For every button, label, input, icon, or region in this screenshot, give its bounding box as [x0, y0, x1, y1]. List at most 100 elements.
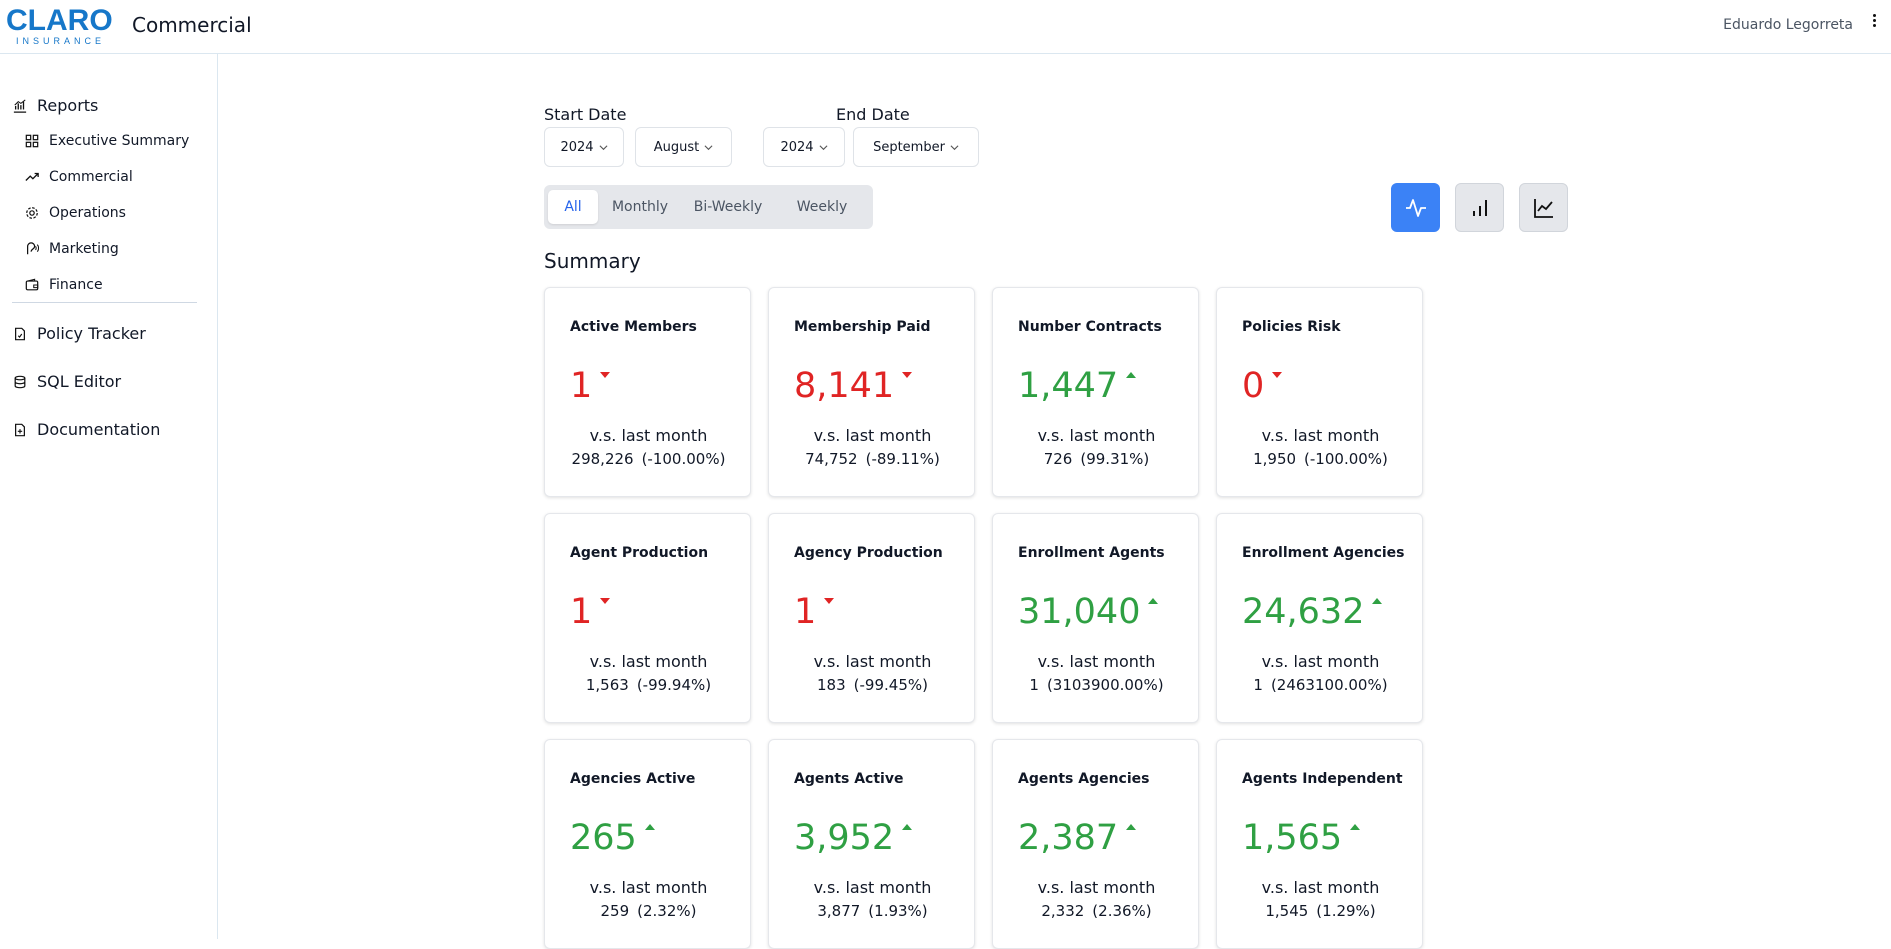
card-comparison-label: v.s. last month	[1037, 878, 1156, 897]
card-value-row: 1,565	[1242, 818, 1361, 858]
card-previous-value: 298,226 (-100.00%)	[545, 450, 752, 468]
kpi-card: Agency Production 1 v.s. last month 183 (-99…	[768, 513, 975, 723]
card-value: 31,040	[1018, 592, 1141, 632]
period-tabs: All Monthly Bi-Weekly Weekly	[544, 185, 873, 229]
end-year-select[interactable]: 2024	[763, 127, 845, 167]
card-title: Enrollment Agents	[1018, 545, 1165, 561]
trend-up-arrow-icon	[644, 824, 655, 830]
megaphone-icon	[27, 242, 39, 255]
sidebar-item-label: Operations	[49, 205, 126, 221]
trend-up-arrow-icon	[1148, 598, 1159, 604]
logo-sub-text: INSURANCE	[16, 36, 106, 46]
sidebar: Reports Executive Summary Commercial Ope…	[0, 54, 218, 939]
more-options-icon[interactable]	[1867, 12, 1881, 36]
kpi-card: Agents Agencies 2,387 v.s. last month 2,332…	[992, 739, 1199, 949]
card-title: Agency Production	[794, 545, 943, 561]
user-name[interactable]: Eduardo Legorreta	[1723, 17, 1853, 33]
sidebar-divider	[12, 302, 197, 303]
sidebar-item-marketing[interactable]: Marketing	[25, 241, 119, 257]
card-previous-value: 1,545 (1.29%)	[1217, 902, 1424, 920]
card-value-row: 1	[794, 592, 835, 632]
sidebar-item-executive-summary[interactable]: Executive Summary	[25, 133, 189, 149]
trend-down-arrow-icon	[600, 598, 611, 604]
start-date-label: Start Date	[544, 105, 627, 124]
card-value-row: 265	[570, 818, 655, 858]
percent-change: (-100.00%)	[1304, 450, 1388, 468]
trend-down-arrow-icon	[902, 372, 913, 378]
card-title: Agents Agencies	[1018, 771, 1150, 787]
sidebar-item-policy-tracker[interactable]: Policy Tracker	[13, 324, 146, 343]
pulse-view-button[interactable]	[1391, 183, 1440, 232]
card-previous-value: 183 (-99.45%)	[769, 676, 976, 694]
previous-value: 3,877	[817, 902, 861, 920]
percent-change: (1.93%)	[868, 902, 928, 920]
card-value: 1,565	[1242, 818, 1343, 858]
previous-value: 1	[1029, 676, 1039, 694]
previous-value: 298,226	[571, 450, 634, 468]
percent-change: (-99.45%)	[853, 676, 928, 694]
tab-weekly[interactable]: Weekly	[778, 190, 866, 224]
card-value-row: 24,632	[1242, 592, 1383, 632]
kpi-card: Agencies Active 265 v.s. last month 259 (2.3…	[544, 739, 751, 949]
select-value: 2024	[560, 139, 594, 155]
tab-monthly[interactable]: Monthly	[602, 190, 678, 224]
card-value: 8,141	[794, 366, 895, 406]
previous-value: 1,563	[585, 676, 629, 694]
summary-title: Summary	[544, 249, 641, 273]
app-title: Commercial	[132, 13, 252, 37]
claro-logo[interactable]: CLARO INSURANCE	[6, 4, 113, 47]
trend-up-arrow-icon	[902, 824, 913, 830]
sidebar-item-label: SQL Editor	[37, 372, 122, 391]
card-previous-value: 1 (2463100.00%)	[1217, 676, 1424, 694]
database-icon	[14, 375, 26, 388]
sidebar-item-label: Documentation	[37, 420, 161, 439]
previous-value: 2,332	[1041, 902, 1085, 920]
sidebar-item-reports[interactable]: Reports	[13, 96, 98, 115]
card-comparison-label: v.s. last month	[1261, 426, 1380, 445]
document-plus-icon	[15, 423, 25, 436]
chevron-down-icon	[819, 144, 828, 150]
start-month-select[interactable]: August	[635, 127, 732, 167]
tab-bi-weekly[interactable]: Bi-Weekly	[684, 190, 772, 224]
card-title: Policies Risk	[1242, 319, 1341, 335]
card-title: Agents Active	[794, 771, 904, 787]
sidebar-item-finance[interactable]: Finance	[25, 277, 103, 293]
sidebar-item-sql-editor[interactable]: SQL Editor	[13, 372, 121, 391]
previous-value: 1,545	[1265, 902, 1309, 920]
card-comparison-label: v.s. last month	[1037, 652, 1156, 671]
previous-value: 1,950	[1253, 450, 1297, 468]
card-title: Agent Production	[570, 545, 709, 561]
line-view-button[interactable]	[1519, 183, 1568, 232]
sidebar-item-label: Policy Tracker	[37, 324, 146, 343]
sidebar-item-label: Marketing	[49, 241, 119, 257]
kpi-card: Enrollment Agents 31,040 v.s. last month 1 (…	[992, 513, 1199, 723]
select-value: 2024	[780, 139, 814, 155]
sidebar-item-documentation[interactable]: Documentation	[13, 420, 160, 439]
sidebar-item-operations[interactable]: Operations	[25, 205, 126, 221]
start-year-select[interactable]: 2024	[544, 127, 624, 167]
previous-value: 726	[1043, 450, 1073, 468]
trend-down-arrow-icon	[1272, 372, 1283, 378]
end-month-select[interactable]: September	[853, 127, 979, 167]
card-value: 1	[570, 366, 593, 406]
previous-value: 74,752	[805, 450, 858, 468]
sidebar-item-label: Executive Summary	[49, 133, 190, 149]
percent-change: (1.29%)	[1316, 902, 1376, 920]
tab-all[interactable]: All	[548, 190, 598, 224]
percent-change: (-89.11%)	[865, 450, 940, 468]
percent-change: (-100.00%)	[641, 450, 726, 468]
previous-value: 183	[817, 676, 846, 694]
sidebar-item-label: Finance	[49, 277, 103, 293]
chevron-down-icon	[599, 144, 608, 150]
card-value-row: 8,141	[794, 366, 913, 406]
logo-main-text: CLARO	[6, 4, 113, 37]
bar-view-button[interactable]	[1455, 183, 1504, 232]
line-chart-icon	[1533, 198, 1553, 218]
card-previous-value: 74,752 (-89.11%)	[769, 450, 976, 468]
card-value-row: 1	[570, 592, 611, 632]
card-value: 0	[1242, 366, 1265, 406]
card-previous-value: 726 (99.31%)	[993, 450, 1200, 468]
card-value-row: 0	[1242, 366, 1283, 406]
sidebar-item-commercial[interactable]: Commercial	[25, 169, 133, 185]
card-comparison-label: v.s. last month	[589, 426, 708, 445]
